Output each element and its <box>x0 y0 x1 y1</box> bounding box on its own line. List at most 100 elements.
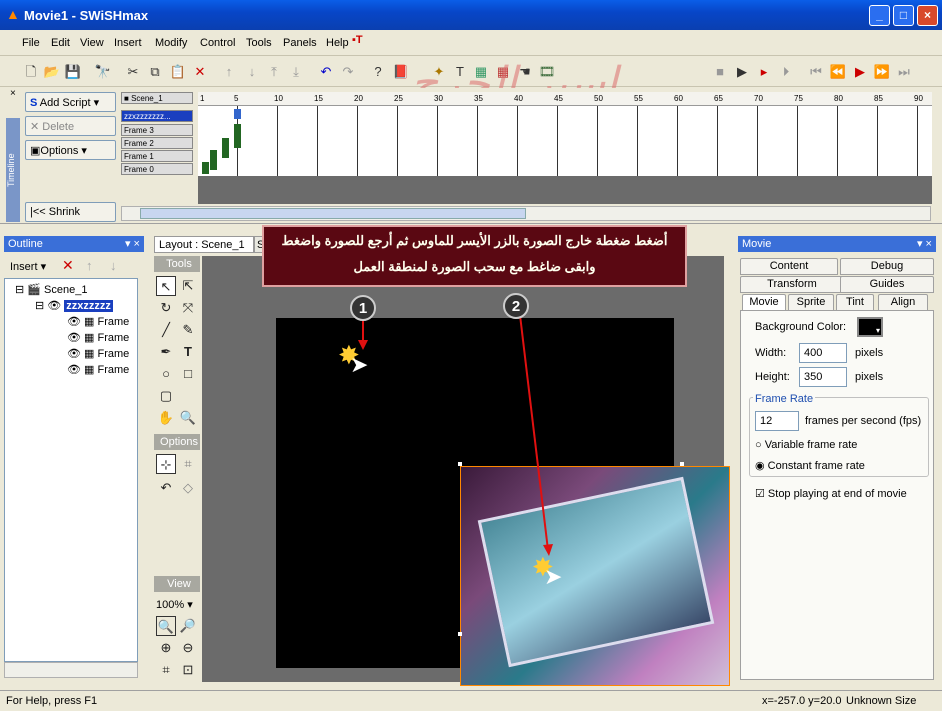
next-frame-icon[interactable]: ⏩ <box>873 63 891 81</box>
options-button[interactable]: ▣Options ▾ <box>25 140 116 160</box>
minimize-button[interactable]: _ <box>869 5 890 26</box>
grid-option-icon[interactable]: ⌗ <box>178 454 198 474</box>
first-frame-icon[interactable]: ⏮ <box>807 63 825 81</box>
pencil-tool-icon[interactable]: ✎ <box>178 320 198 340</box>
frame-view-icon[interactable]: ⊡ <box>178 660 198 680</box>
menu-tools[interactable]: Tools <box>246 37 272 49</box>
last-frame-icon[interactable]: ⏭ <box>895 63 913 81</box>
dragged-image[interactable] <box>460 466 730 686</box>
bg-color-swatch[interactable]: ▾ <box>857 317 883 337</box>
tab-transform[interactable]: Transform <box>740 276 844 293</box>
timeline-row[interactable]: Frame 1 <box>121 150 193 162</box>
menu-panels[interactable]: Panels <box>283 37 317 49</box>
height-input[interactable]: 350 <box>799 367 847 387</box>
redo-icon[interactable]: ↷ <box>339 63 357 81</box>
tree-frame[interactable]: 👁 ▦ Frame <box>67 347 129 360</box>
cut-icon[interactable]: ✂ <box>124 63 142 81</box>
zoom-tool-icon[interactable]: 🔍 <box>178 408 198 428</box>
snap-option-icon[interactable]: ⊹ <box>156 454 176 474</box>
zoom-100-icon[interactable]: 🔎 <box>178 616 198 636</box>
zoom-out-icon[interactable]: ⊖ <box>178 638 198 658</box>
timeline-row-selected[interactable]: zzxzzzzzzz... <box>121 110 193 122</box>
delete-button[interactable]: ✕ Delete <box>25 116 116 136</box>
move-bottom-icon[interactable]: ⤓ <box>287 63 305 81</box>
timeline-row[interactable]: Frame 3 <box>121 124 193 136</box>
play-scene-icon[interactable]: ▸ <box>755 63 773 81</box>
keyframe-block[interactable] <box>234 124 241 148</box>
zoom-dropdown[interactable]: 100% ▾ <box>156 598 193 611</box>
line-tool-icon[interactable]: ╱ <box>156 320 176 340</box>
tab-movie[interactable]: Movie <box>742 294 786 311</box>
menu-modify[interactable]: Modify <box>155 37 187 49</box>
stop-icon[interactable]: ■ <box>711 63 729 81</box>
tree-scene[interactable]: ⊟ 🎬 Scene_1 <box>15 283 87 296</box>
shrink-button[interactable]: |<< Shrink <box>25 202 116 222</box>
frame-grid[interactable] <box>198 106 932 176</box>
menu-control[interactable]: Control <box>200 37 235 49</box>
menu-view[interactable]: View <box>80 37 104 49</box>
tab-guides[interactable]: Guides <box>840 276 934 293</box>
tree-frame[interactable]: 👁 ▦ Frame <box>67 363 129 376</box>
width-input[interactable]: 400 <box>799 343 847 363</box>
tab-sprite[interactable]: Sprite <box>788 294 834 311</box>
fps-input[interactable]: 12 <box>755 411 799 431</box>
grid-view-icon[interactable]: ⌗ <box>156 660 176 680</box>
context-help-icon[interactable]: ? <box>369 63 387 81</box>
frame-ruler[interactable]: 1 5 10 15 20 25 30 35 40 45 50 55 60 65 … <box>198 92 932 106</box>
keyframe-block[interactable] <box>210 150 217 170</box>
menu-help[interactable]: Help <box>326 37 349 49</box>
move-up-icon[interactable]: ↑ <box>86 258 93 273</box>
tab-layout[interactable]: Layout : Scene_1 <box>154 236 254 253</box>
motion-path-icon[interactable]: ↶ <box>156 478 176 498</box>
hand-tool-icon[interactable]: ✋ <box>156 408 176 428</box>
undo-icon[interactable]: ↶ <box>317 63 335 81</box>
close-icon[interactable]: × <box>10 88 16 99</box>
zoom-fit-icon[interactable]: 🔍 <box>156 616 176 636</box>
move-down-icon[interactable]: ↓ <box>110 258 117 273</box>
tree-frame[interactable]: 👁 ▦ Frame <box>67 315 129 328</box>
play-effect-icon[interactable]: ⏵ <box>777 63 795 81</box>
open-icon[interactable]: 📂 <box>43 63 61 81</box>
outline-scrollbar[interactable] <box>4 662 138 678</box>
save-icon[interactable]: 💾 <box>64 63 82 81</box>
transform-tool-icon[interactable]: ⤧ <box>178 298 198 318</box>
menu-file[interactable]: File <box>22 37 40 49</box>
play-icon[interactable]: ▶ <box>733 63 751 81</box>
ellipse-tool-icon[interactable]: ○ <box>156 364 176 384</box>
copy-icon[interactable]: ⧉ <box>146 63 164 81</box>
selection-handle[interactable] <box>458 632 462 636</box>
menu-edit[interactable]: Edit <box>51 37 70 49</box>
text-tool-icon[interactable]: T <box>178 342 198 362</box>
selection-handle[interactable] <box>458 462 462 466</box>
move-down-icon[interactable]: ↓ <box>243 63 261 81</box>
stage-area[interactable]: ✸ ➤ ✸ ➤ <box>202 256 730 686</box>
delete-icon[interactable]: ✕ <box>62 257 74 274</box>
find-icon[interactable]: 🔭 <box>94 63 112 81</box>
add-script-button[interactable]: S Add Script ▾ <box>25 92 116 112</box>
tree-group[interactable]: ⊟ 👁 zzxzzzzz <box>35 299 113 312</box>
tree-frame[interactable]: 👁 ▦ Frame <box>67 331 129 344</box>
anchor-option-icon[interactable]: ◇ <box>178 478 198 498</box>
help-pointer-icon[interactable]: ▪T <box>352 34 363 46</box>
timeline-scene-row[interactable]: ■ Scene_1 <box>121 92 193 104</box>
reshape-tool-icon[interactable]: ⇱ <box>178 276 198 296</box>
tab-tint[interactable]: Tint <box>836 294 874 311</box>
tab-content[interactable]: Content <box>740 258 838 275</box>
select-tool-icon[interactable]: ↖ <box>156 276 176 296</box>
scroll-thumb[interactable] <box>140 208 526 219</box>
insert-dropdown[interactable]: Insert ▾ <box>10 260 46 273</box>
tab-align[interactable]: Align <box>878 294 928 311</box>
delete-icon[interactable]: ✕ <box>191 63 209 81</box>
variable-rate-radio[interactable]: ○ Variable frame rate <box>755 439 857 451</box>
paste-icon[interactable]: 📋 <box>169 63 187 81</box>
close-button[interactable]: × <box>917 5 938 26</box>
keyframe-block[interactable] <box>202 162 209 174</box>
timeline-row[interactable]: Frame 0 <box>121 163 193 175</box>
timeline-scrollbar[interactable] <box>121 206 931 221</box>
rotate-tool-icon[interactable]: ↻ <box>156 298 176 318</box>
playhead-marker[interactable] <box>234 109 241 119</box>
stop-playing-checkbox[interactable]: ☑ Stop playing at end of movie <box>755 487 907 500</box>
keyframe-block[interactable] <box>222 138 229 158</box>
book-icon[interactable]: 📕 <box>392 63 410 81</box>
prev-frame-icon[interactable]: ⏪ <box>829 63 847 81</box>
